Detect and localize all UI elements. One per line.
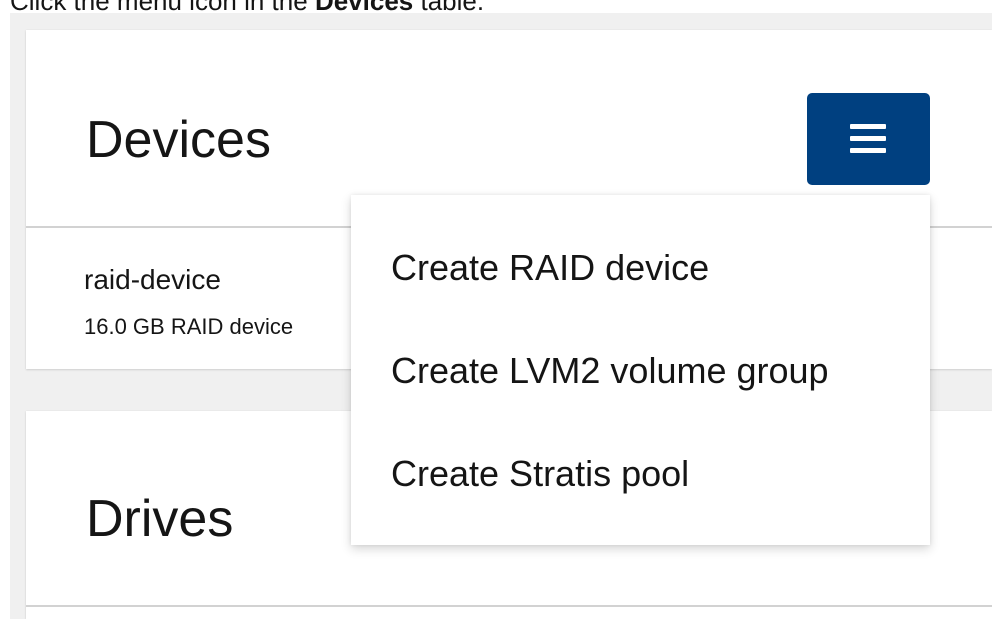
hamburger-menu-icon (850, 124, 886, 154)
drives-title: Drives (86, 490, 234, 548)
menu-item-label: Create Stratis pool (391, 453, 690, 494)
menu-item-create-lvm2-volume-group[interactable]: Create LVM2 volume group (351, 320, 930, 422)
devices-menu-button[interactable] (807, 93, 930, 185)
devices-actions-menu: Create RAID device Create LVM2 volume gr… (351, 195, 930, 545)
menu-item-label: Create RAID device (391, 247, 710, 288)
device-name: raid-device (84, 264, 221, 295)
devices-title: Devices (86, 111, 271, 169)
device-description: 16.0 GB RAID device (84, 314, 294, 339)
menu-item-create-raid-device[interactable]: Create RAID device (351, 217, 930, 319)
drives-header-divider (26, 605, 992, 607)
menu-item-label: Create LVM2 volume group (391, 350, 829, 391)
menu-item-create-stratis-pool[interactable]: Create Stratis pool (351, 423, 930, 525)
